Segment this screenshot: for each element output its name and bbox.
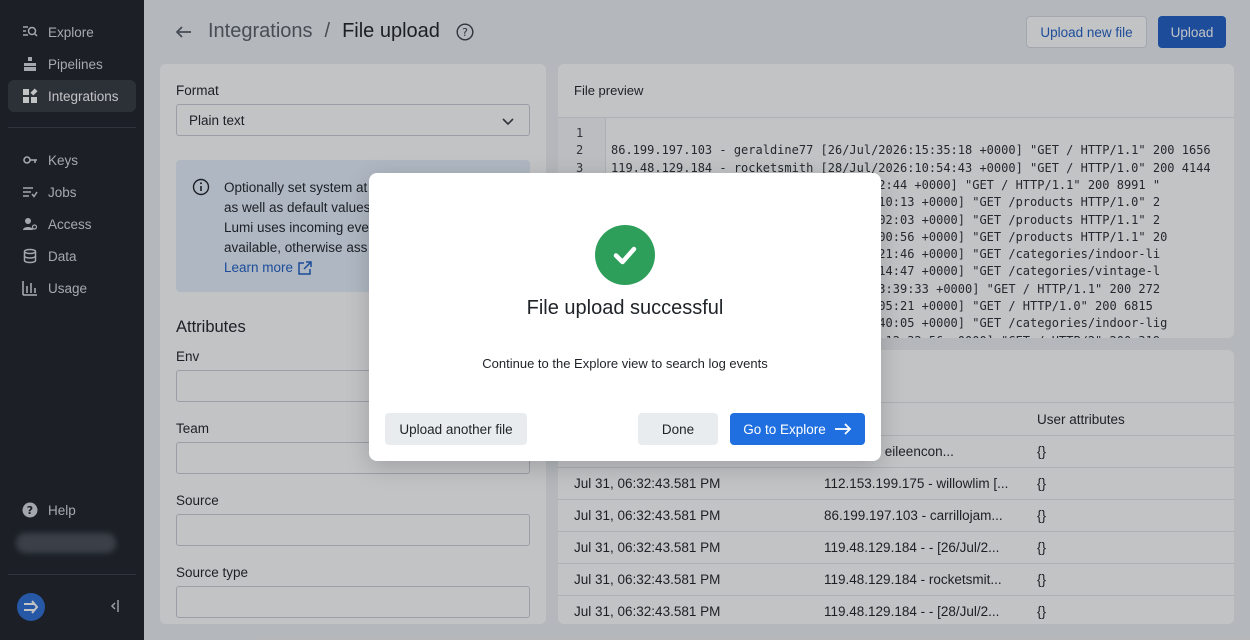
- arrow-right-icon: [834, 423, 852, 435]
- done-button[interactable]: Done: [638, 413, 718, 445]
- upload-success-dialog: File upload successful Continue to the E…: [369, 173, 881, 461]
- success-check-icon: [595, 225, 655, 285]
- dialog-title: File upload successful: [526, 297, 724, 319]
- dialog-subtitle: Continue to the Explore view to search l…: [482, 356, 768, 371]
- go-to-explore-label: Go to Explore: [743, 421, 826, 437]
- go-to-explore-button[interactable]: Go to Explore: [730, 413, 865, 445]
- upload-another-file-button[interactable]: Upload another file: [385, 413, 527, 445]
